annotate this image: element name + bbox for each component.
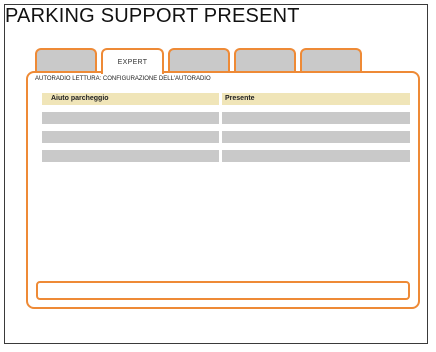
page-title: PARKING SUPPORT PRESENT xyxy=(5,5,300,27)
table-cell xyxy=(222,131,410,143)
table-cell xyxy=(42,131,219,143)
tab-expert[interactable]: EXPERT xyxy=(101,48,164,74)
tab-5[interactable] xyxy=(300,48,362,72)
table-header-value: Presente xyxy=(222,93,410,105)
table-cell xyxy=(42,150,219,162)
tab-4[interactable] xyxy=(234,48,296,72)
table-cell xyxy=(222,150,410,162)
table-cell xyxy=(222,112,410,124)
tab-3[interactable] xyxy=(168,48,230,72)
table-cell xyxy=(42,112,219,124)
tab-1[interactable] xyxy=(35,48,97,72)
content-panel xyxy=(26,71,420,309)
section-label: AUTORADIO LETTURA: CONFIGURAZIONE DELL'A… xyxy=(35,76,211,82)
table-header-parking-aid: Aiuto parcheggio xyxy=(42,93,219,105)
status-bar xyxy=(36,281,410,300)
